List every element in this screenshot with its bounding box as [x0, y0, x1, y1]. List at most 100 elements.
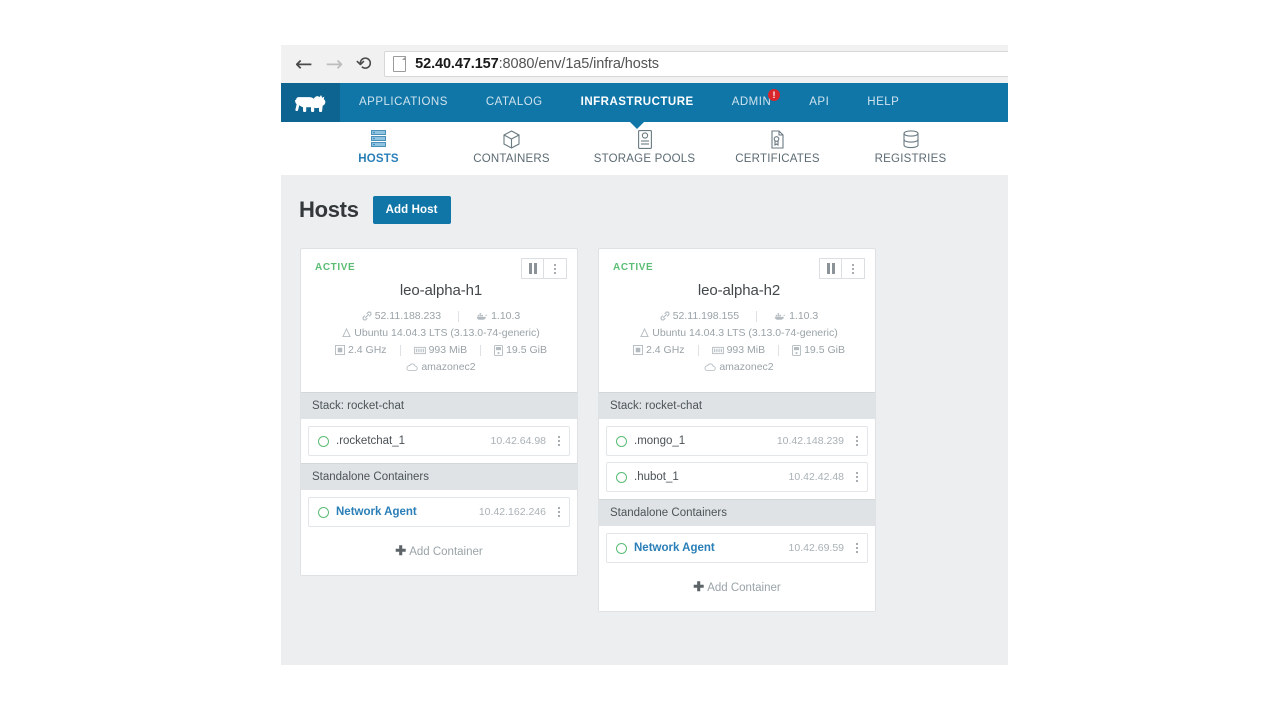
add-host-button[interactable]: Add Host — [372, 196, 451, 224]
ubuntu-icon — [640, 327, 650, 338]
container-row[interactable]: Network Agent 10.42.69.59 — [606, 533, 868, 563]
link-icon — [660, 311, 670, 321]
container-ip: 10.42.162.246 — [478, 506, 546, 518]
disk-icon — [494, 344, 504, 356]
host-ip-text: 52.11.198.155 — [672, 310, 740, 322]
host-meta-resources: 2.4 GHz 993 MiB 19.5 GiB — [613, 344, 865, 356]
nav-item-admin[interactable]: ADMIN! — [713, 83, 791, 122]
docker-version-text: 1.10.3 — [491, 310, 521, 322]
container-menu-button[interactable] — [851, 472, 863, 482]
kebab-menu-icon — [852, 263, 854, 274]
subnav-item-hosts[interactable]: HOSTS — [312, 122, 445, 165]
container-name: .mongo_1 — [634, 435, 686, 447]
docker-version: 1.10.3 — [476, 310, 520, 322]
container-row[interactable]: .rocketchat_1 10.42.64.98 — [308, 426, 570, 456]
container-menu-button[interactable] — [553, 507, 565, 517]
host-state-badge: ACTIVE — [315, 262, 356, 273]
host-meta-network: 52.11.188.233 1.10.3 — [315, 310, 567, 322]
host-card-header-top: ACTIVE — [315, 258, 567, 280]
host-name[interactable]: leo-alpha-h1 — [315, 282, 567, 299]
subnav-item-registries[interactable]: REGISTRIES — [844, 122, 977, 165]
meta-divider — [756, 310, 758, 322]
active-tab-caret — [630, 122, 645, 129]
pause-icon — [831, 263, 835, 274]
standalone-section-header: Standalone Containers — [301, 463, 577, 490]
status-dot-icon — [616, 435, 627, 447]
host-menu-button[interactable] — [544, 258, 567, 279]
stack-section-header: Stack: rocket-chat — [599, 392, 875, 419]
address-bar-text: 52.40.47.157:8080/env/1a5/infra/hosts — [415, 56, 659, 72]
host-actions — [521, 258, 567, 279]
nav-label: HELP — [867, 96, 900, 108]
container-name[interactable]: Network Agent — [336, 506, 479, 518]
container-row[interactable]: Network Agent 10.42.162.246 — [308, 497, 570, 527]
cube-icon — [445, 129, 578, 149]
subnav-label: CONTAINERS — [473, 153, 550, 165]
host-memory-text: 993 MiB — [726, 344, 766, 356]
host-cpu-text: 2.4 GHz — [348, 344, 387, 356]
rancher-cow-logo[interactable] — [281, 83, 340, 122]
subnav-label: HOSTS — [358, 153, 399, 165]
host-os-text: Ubuntu 14.04.3 LTS (3.13.0-74-generic) — [652, 327, 838, 339]
kebab-menu-icon — [554, 263, 556, 274]
status-dot-icon — [616, 542, 627, 554]
container-name[interactable]: Network Agent — [634, 542, 789, 554]
nav-item-catalog[interactable]: CATALOG — [467, 83, 562, 122]
host-card: ACTIVE leo-alpha-h2 52.11.198.155 1.10.3… — [598, 248, 876, 612]
subnav-label: REGISTRIES — [874, 153, 947, 165]
pause-button[interactable] — [521, 258, 544, 279]
memory-icon — [711, 346, 724, 355]
cloud-icon — [406, 363, 418, 372]
page-title: Hosts — [299, 197, 359, 222]
container-menu-button[interactable] — [553, 436, 565, 446]
nav-item-infrastructure[interactable]: INFRASTRUCTURE — [562, 83, 713, 122]
subnav-label: STORAGE POOLS — [593, 153, 696, 165]
certificate-icon — [711, 129, 844, 149]
nav-item-applications[interactable]: APPLICATIONS — [340, 83, 467, 122]
standalone-section-header: Standalone Containers — [599, 499, 875, 526]
nav-item-api[interactable]: API — [790, 83, 848, 122]
forward-arrow-icon[interactable]: → — [326, 53, 344, 75]
nav-label: APPLICATIONS — [359, 96, 448, 108]
add-container-button[interactable]: ✚ Add Container — [606, 569, 868, 604]
host-menu-button[interactable] — [842, 258, 865, 279]
add-container-button[interactable]: ✚ Add Container — [308, 533, 570, 568]
docker-whale-icon — [774, 312, 786, 321]
host-disk: 19.5 GiB — [494, 344, 547, 356]
disk-icon — [792, 344, 802, 356]
browser-toolbar: ← → ⟳ 52.40.47.157:8080/env/1a5/infra/ho… — [281, 45, 1008, 84]
address-bar[interactable]: 52.40.47.157:8080/env/1a5/infra/hosts — [384, 51, 1008, 77]
container-ip: 10.42.69.59 — [788, 542, 844, 554]
cpu-icon — [633, 345, 644, 355]
host-card-header: ACTIVE leo-alpha-h2 52.11.198.155 1.10.3… — [599, 249, 875, 392]
container-name: .hubot_1 — [634, 471, 679, 483]
container-row[interactable]: .mongo_1 10.42.148.239 — [606, 426, 868, 456]
host-disk-text: 19.5 GiB — [506, 344, 547, 356]
main-content: Hosts Add Host ACTIVE leo-alpha-h1 52.11… — [281, 175, 1008, 665]
status-dot-icon — [318, 435, 329, 447]
nav-item-help[interactable]: HELP — [848, 83, 918, 122]
host-actions — [819, 258, 865, 279]
ubuntu-icon — [342, 327, 352, 338]
subnav-item-certificates[interactable]: CERTIFICATES — [711, 122, 844, 165]
standalone-section-body: Network Agent 10.42.162.246 ✚ Add Contain… — [301, 490, 577, 575]
host-meta-resources: 2.4 GHz 993 MiB 19.5 GiB — [315, 344, 567, 356]
back-arrow-icon[interactable]: ← — [295, 53, 313, 75]
host-name[interactable]: leo-alpha-h2 — [613, 282, 865, 299]
subnav-item-containers[interactable]: CONTAINERS — [445, 122, 578, 165]
reload-icon[interactable]: ⟳ — [356, 53, 372, 75]
stack-section-header: Stack: rocket-chat — [301, 392, 577, 419]
host-memory: 993 MiB — [711, 344, 766, 356]
page-icon — [393, 56, 407, 72]
host-meta-os: Ubuntu 14.04.3 LTS (3.13.0-74-generic) — [613, 327, 865, 339]
pause-icon — [533, 263, 537, 274]
pause-button[interactable] — [819, 258, 842, 279]
host-meta-os: Ubuntu 14.04.3 LTS (3.13.0-74-generic) — [315, 327, 567, 339]
container-row[interactable]: .hubot_1 10.42.42.48 — [606, 462, 868, 492]
container-menu-button[interactable] — [851, 436, 863, 446]
container-ip: 10.42.64.98 — [490, 435, 546, 447]
subnav-item-storage-pools[interactable]: STORAGE POOLS — [578, 122, 711, 165]
subnav-label: CERTIFICATES — [735, 153, 820, 165]
container-ip: 10.42.42.48 — [788, 471, 844, 483]
container-menu-button[interactable] — [851, 543, 863, 553]
